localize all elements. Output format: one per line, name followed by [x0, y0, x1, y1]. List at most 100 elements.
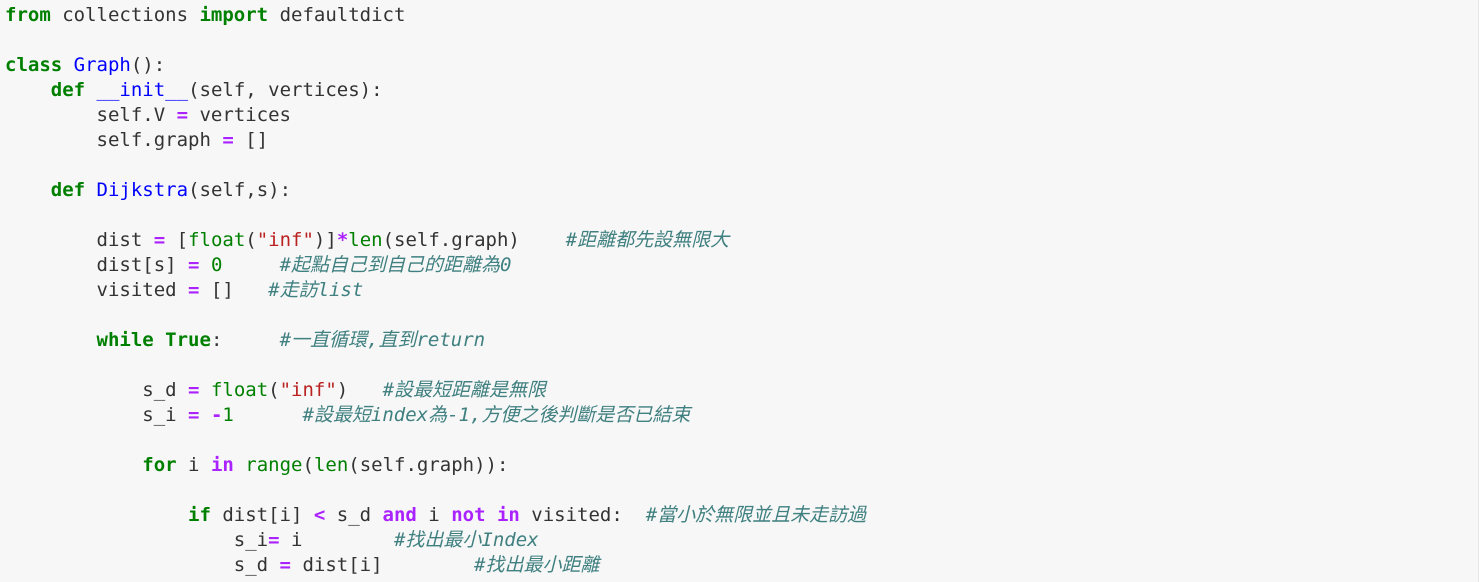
code-token: True — [165, 329, 211, 351]
code-token: import — [199, 4, 269, 26]
code-line[interactable] — [5, 153, 1478, 178]
code-line[interactable] — [5, 428, 1478, 453]
code-line[interactable]: self.graph = [] — [5, 128, 1478, 153]
code-token: dist[s] — [5, 254, 189, 276]
code-token: vertices — [188, 104, 291, 126]
code-token: = — [188, 379, 200, 401]
code-comment: #距離都先設無限大 — [565, 229, 730, 251]
code-token: range — [245, 454, 303, 476]
code-token: len — [313, 454, 349, 476]
code-line[interactable]: self.V = vertices — [5, 103, 1478, 128]
code-line[interactable]: dist[s] = 0 #起點自己到自己的距離為0 — [5, 253, 1478, 278]
code-line[interactable] — [5, 203, 1478, 228]
code-token: [] — [233, 129, 269, 151]
code-block[interactable]: from collections import defaultdict clas… — [5, 3, 1478, 578]
code-token: collections — [50, 4, 200, 26]
code-line[interactable]: s_d = dist[i] #找出最小距離 — [5, 553, 1478, 578]
code-token: def — [50, 179, 86, 201]
code-line[interactable] — [5, 478, 1478, 503]
code-token: ) — [336, 379, 383, 401]
code-comment: #走訪list — [268, 279, 364, 301]
code-line[interactable] — [5, 303, 1478, 328]
code-line[interactable]: def __init__(self, vertices): — [5, 78, 1478, 103]
code-token: s_i — [5, 529, 269, 551]
code-token: (self,s): — [188, 179, 292, 201]
code-token: dist[i] — [291, 554, 475, 576]
code-token: if — [188, 504, 211, 526]
code-token: "inf" — [279, 379, 337, 401]
code-line[interactable]: dist = [float("inf")]*len(self.graph) #距… — [5, 228, 1478, 253]
code-token: 0 — [210, 254, 223, 276]
code-editor[interactable]: from collections import defaultdict clas… — [0, 0, 1479, 582]
code-token: [ — [165, 229, 189, 251]
code-token: "inf" — [256, 229, 314, 251]
code-comment: #找出最小距離 — [474, 554, 600, 576]
code-token: in — [210, 454, 234, 476]
code-token: self.graph — [5, 129, 223, 151]
code-comment: #起點自己到自己的距離為0 — [279, 254, 512, 276]
code-token: 1 — [222, 404, 234, 426]
code-token: (self, vertices): — [188, 79, 383, 101]
code-token: self.V — [5, 104, 177, 126]
code-token: = — [176, 104, 189, 126]
code-token: visited: — [519, 504, 646, 526]
code-line[interactable]: from collections import defaultdict — [5, 3, 1478, 28]
code-token: from — [5, 4, 51, 26]
code-line[interactable]: s_i = -1 #設最短index為-1,方便之後判斷是否已結束 — [5, 403, 1478, 428]
code-token: not — [451, 504, 486, 526]
code-token: = — [153, 229, 166, 251]
code-token: in — [496, 504, 520, 526]
code-token: i — [416, 504, 452, 526]
code-token: visited — [5, 279, 189, 301]
code-token: i — [176, 454, 211, 476]
code-comment: #當小於無限並且未走訪過 — [645, 504, 867, 526]
code-token: = — [188, 404, 200, 426]
code-token: s_d — [5, 379, 189, 401]
code-token: ( — [268, 379, 280, 401]
code-line[interactable] — [5, 28, 1478, 53]
code-token: __init__ — [96, 79, 189, 101]
code-line[interactable]: s_i= i #找出最小Index — [5, 528, 1478, 553]
code-token: * — [336, 229, 349, 251]
code-token: len — [348, 229, 383, 251]
code-line[interactable]: for i in range(len(self.graph)): — [5, 453, 1478, 478]
code-token: = — [188, 279, 200, 301]
code-comment: #設最短距離是無限 — [382, 379, 547, 401]
code-token: = — [279, 554, 291, 576]
code-token: Graph — [73, 54, 131, 76]
code-token: i — [279, 529, 394, 551]
code-line[interactable]: def Dijkstra(self,s): — [5, 178, 1478, 203]
code-line[interactable]: visited = [] #走訪list — [5, 278, 1478, 303]
code-token: - — [210, 404, 223, 426]
code-line[interactable]: s_d = float("inf") #設最短距離是無限 — [5, 378, 1478, 403]
code-line[interactable]: class Graph(): — [5, 53, 1478, 78]
code-line[interactable]: if dist[i] < s_d and i not in visited: #… — [5, 503, 1478, 528]
code-line[interactable] — [5, 353, 1478, 378]
code-comment: #一直循環,直到return — [279, 329, 486, 351]
code-line[interactable]: while True: #一直循環,直到return — [5, 328, 1478, 353]
code-token: and — [382, 504, 417, 526]
code-token: defaultdict — [268, 4, 406, 26]
code-token: float — [188, 229, 246, 251]
code-token: = — [188, 254, 200, 276]
code-token: dist — [5, 229, 154, 251]
code-token: )] — [313, 229, 337, 251]
code-token: float — [210, 379, 269, 401]
code-token: = — [222, 129, 234, 151]
code-token: Dijkstra — [96, 179, 189, 201]
code-token: [] — [199, 279, 269, 301]
